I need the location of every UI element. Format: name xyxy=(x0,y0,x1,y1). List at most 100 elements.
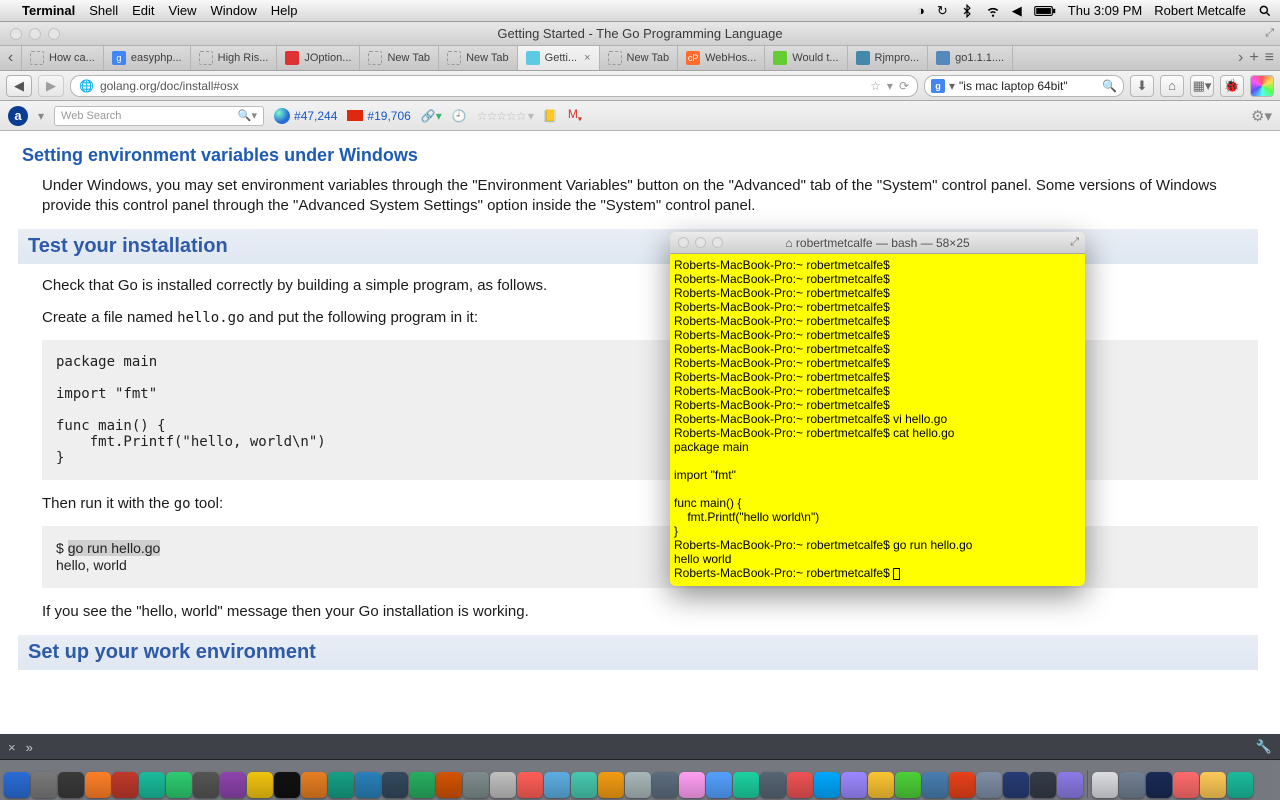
dock-app-icon[interactable] xyxy=(652,772,678,798)
browser-tab[interactable]: cPWebHos... xyxy=(678,46,765,70)
alexa-settings-icon[interactable]: ⚙▾ xyxy=(1251,107,1272,125)
dock-app-icon[interactable] xyxy=(463,772,489,798)
browser-tab[interactable]: New Tab xyxy=(439,46,518,70)
dock-app-icon[interactable] xyxy=(1003,772,1029,798)
dock-app-icon[interactable] xyxy=(976,772,1002,798)
wifi-menubar-icon[interactable] xyxy=(986,4,1000,18)
browser-tab[interactable]: Getti...× xyxy=(518,46,600,70)
menu-edit[interactable]: Edit xyxy=(132,3,154,18)
dock-app-icon[interactable] xyxy=(4,772,30,798)
dock-app-icon[interactable] xyxy=(382,772,408,798)
timemachine-menubar-icon[interactable]: ↻ xyxy=(937,3,948,19)
dock-app-icon[interactable] xyxy=(571,772,597,798)
url-field[interactable]: 🌐 golang.org/doc/install#osx ☆ ▾ ⟳ xyxy=(70,75,918,97)
dock-app-icon[interactable] xyxy=(409,772,435,798)
terminal-window[interactable]: ⌂ robertmetcalfe — bash — 58×25 ⤢ Robert… xyxy=(670,232,1085,586)
colorzilla-button[interactable] xyxy=(1250,75,1274,97)
window-fullscreen-icon[interactable]: ⤢ xyxy=(1265,27,1274,40)
reload-button[interactable]: ⟳ xyxy=(899,79,909,93)
dock-app-icon[interactable] xyxy=(733,772,759,798)
gmail-icon[interactable]: M▾ xyxy=(568,107,582,123)
bluetooth-menubar-icon[interactable] xyxy=(960,4,974,18)
wayback-icon[interactable]: 🕘 xyxy=(452,109,467,123)
dock-app-icon[interactable] xyxy=(1092,772,1118,798)
new-tab-button[interactable]: + xyxy=(1249,49,1258,67)
notebook-icon[interactable]: 📒 xyxy=(543,109,558,123)
dock-app-icon[interactable] xyxy=(895,772,921,798)
menu-shell[interactable]: Shell xyxy=(89,3,118,18)
dock-app-icon[interactable] xyxy=(517,772,543,798)
dock-app-icon[interactable] xyxy=(274,772,300,798)
dock-app-icon[interactable] xyxy=(598,772,624,798)
menu-view[interactable]: View xyxy=(169,3,197,18)
dock-app-icon[interactable] xyxy=(787,772,813,798)
browser-tab[interactable]: go1.1.1.... xyxy=(928,46,1013,70)
terminal-close-button[interactable] xyxy=(678,237,689,248)
alexa-global-rank[interactable]: #47,244 xyxy=(274,108,337,124)
alexa-logo-icon[interactable]: a xyxy=(8,106,28,126)
menubar-user[interactable]: Robert Metcalfe xyxy=(1154,3,1246,18)
window-titlebar[interactable]: Getting Started - The Go Programming Lan… xyxy=(0,22,1280,46)
terminal-minimize-button[interactable] xyxy=(695,237,706,248)
forward-button[interactable]: ▶ xyxy=(38,75,64,97)
terminal-output[interactable]: Roberts-MacBook-Pro:~ robertmetcalfe$ Ro… xyxy=(670,254,1085,586)
dock-app-icon[interactable] xyxy=(328,772,354,798)
browser-tab[interactable]: geasyphp... xyxy=(104,46,191,70)
feed-button[interactable]: ▦▾ xyxy=(1190,75,1214,97)
browser-tab[interactable]: How ca... xyxy=(22,46,104,70)
dock-app-icon[interactable] xyxy=(355,772,381,798)
heading-env-vars[interactable]: Setting environment variables under Wind… xyxy=(22,145,1258,166)
site-identity-icon[interactable]: 🌐 xyxy=(79,79,94,93)
downloads-button[interactable]: ⬇ xyxy=(1130,75,1154,97)
tabs-menu-button[interactable]: ≡ xyxy=(1265,49,1274,67)
window-close-button[interactable] xyxy=(10,28,22,40)
dock-app-icon[interactable] xyxy=(679,772,705,798)
dropdown-icon[interactable]: ▾ xyxy=(887,79,893,93)
alexa-country-rank[interactable]: #19,706 xyxy=(347,109,410,123)
dock-app-icon[interactable] xyxy=(1173,772,1199,798)
home-button[interactable]: ⌂ xyxy=(1160,75,1184,97)
dock-app-icon[interactable] xyxy=(1227,772,1253,798)
dock-app-icon[interactable] xyxy=(625,772,651,798)
firebug-button[interactable]: 🐞 xyxy=(1220,75,1244,97)
terminal-fullscreen-icon[interactable]: ⤢ xyxy=(1070,236,1079,249)
dock-app-icon[interactable] xyxy=(220,772,246,798)
dock-app-icon[interactable] xyxy=(1119,772,1145,798)
rating-stars[interactable]: ☆☆☆☆☆ ▾ xyxy=(477,109,533,123)
dock-app-icon[interactable] xyxy=(139,772,165,798)
battery-menubar-icon[interactable] xyxy=(1034,4,1056,18)
spotlight-icon[interactable] xyxy=(1258,4,1272,18)
browser-tab[interactable]: New Tab xyxy=(360,46,439,70)
tab-overflow-back-button[interactable]: ‹ xyxy=(0,46,22,70)
dock-app-icon[interactable] xyxy=(112,772,138,798)
alexa-search-input[interactable]: Web Search 🔍▾ xyxy=(54,106,264,126)
browser-tab[interactable]: JOption... xyxy=(277,46,360,70)
volume-menubar-icon[interactable]: ◀ xyxy=(1012,3,1022,19)
macos-dock[interactable] xyxy=(0,760,1280,800)
evernote-menubar-icon[interactable]: ◑ xyxy=(917,3,925,18)
tab-overflow-forward-button[interactable]: › xyxy=(1238,49,1243,67)
window-zoom-button[interactable] xyxy=(48,28,60,40)
dock-app-icon[interactable] xyxy=(1200,772,1226,798)
dock-app-icon[interactable] xyxy=(436,772,462,798)
firebug-close-button[interactable]: × xyxy=(8,740,16,755)
firebug-console-icon[interactable]: » xyxy=(26,740,33,755)
terminal-titlebar[interactable]: ⌂ robertmetcalfe — bash — 58×25 ⤢ xyxy=(670,232,1085,254)
browser-tab[interactable]: High Ris... xyxy=(191,46,278,70)
dock-app-icon[interactable] xyxy=(193,772,219,798)
dock-app-icon[interactable] xyxy=(85,772,111,798)
dock-app-icon[interactable] xyxy=(1030,772,1056,798)
dock-app-icon[interactable] xyxy=(868,772,894,798)
dock-app-icon[interactable] xyxy=(706,772,732,798)
menu-window[interactable]: Window xyxy=(211,3,257,18)
dock-app-icon[interactable] xyxy=(1146,772,1172,798)
search-submit-icon[interactable]: 🔍 xyxy=(1102,79,1117,93)
dock-app-icon[interactable] xyxy=(166,772,192,798)
dock-app-icon[interactable] xyxy=(760,772,786,798)
dock-app-icon[interactable] xyxy=(31,772,57,798)
dock-app-icon[interactable] xyxy=(949,772,975,798)
dock-app-icon[interactable] xyxy=(247,772,273,798)
search-icon[interactable]: 🔍▾ xyxy=(238,109,257,122)
link-icon[interactable]: 🔗▾ xyxy=(421,109,442,123)
browser-tab[interactable]: Would t... xyxy=(765,46,847,70)
